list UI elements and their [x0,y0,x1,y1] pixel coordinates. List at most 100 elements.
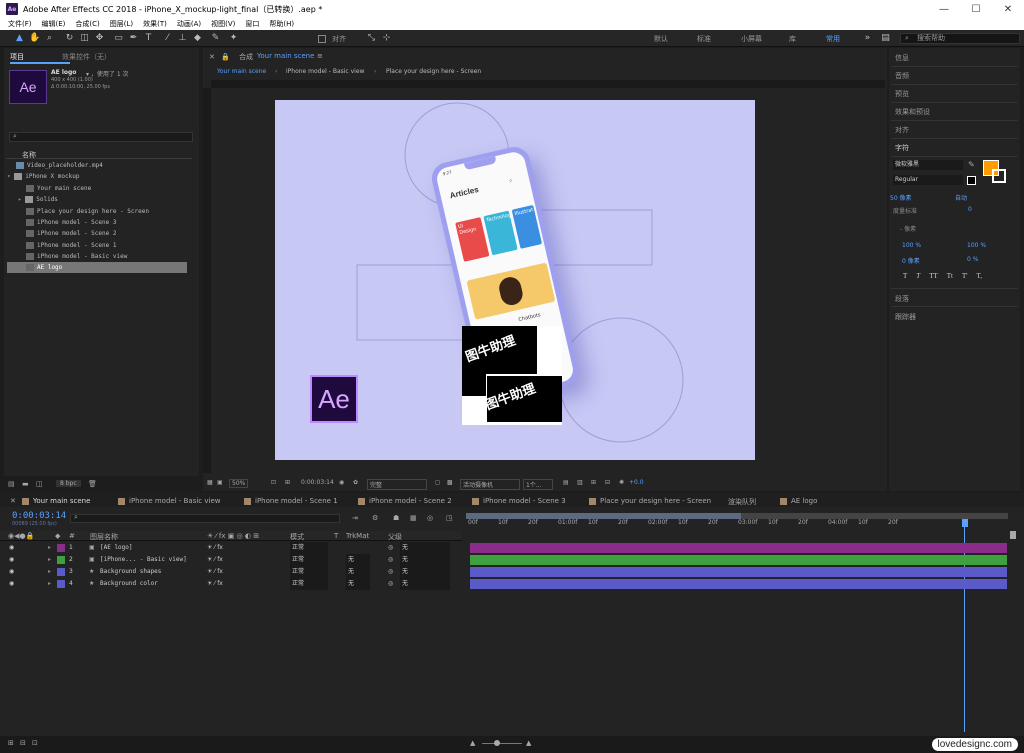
list-item[interactable]: Place your design here - Screen [26,206,149,217]
menu-edit[interactable]: 编辑(E) [42,19,66,29]
playhead-handle[interactable] [962,519,968,527]
menu-composition[interactable]: 合成(C) [75,19,99,29]
superscript-button[interactable]: T' [962,272,968,282]
trkmat-select[interactable]: 无 [346,566,370,578]
panel-audio[interactable]: 音频 [895,71,909,81]
views-select[interactable]: 1个... [523,479,553,490]
brush-tool-icon[interactable]: ⁄ [162,33,173,44]
breadcrumb-item[interactable]: iPhone model - Basic view [286,68,364,75]
layer-duration-bar[interactable] [470,555,1007,565]
tab-render-queue[interactable]: 渲染队列 [728,497,756,507]
menu-view[interactable]: 视图(V) [211,19,235,29]
layer-switches-icon[interactable]: ☀ ⁄ fx [207,542,223,554]
list-item-selected[interactable]: AE logo [7,262,187,273]
zoom-slider[interactable] [482,743,522,744]
timeline-layer-row[interactable]: ◉ ▸ 2 ▣ [iPhone... - Basic view] ☀ ⁄ fx 正常 无 ◎ 无 [0,554,462,566]
list-item[interactable]: Video_placeholder.mp4 [16,160,103,171]
tsume-field[interactable]: 0 % [967,256,978,263]
workspace-small-screen[interactable]: 小屏幕 [741,34,762,44]
layer-label-color[interactable] [57,568,65,576]
breadcrumb-item[interactable]: Your main scene [217,68,266,75]
black-swatch[interactable] [967,176,976,185]
resolution-select[interactable]: 完整 [367,479,427,490]
draft-3d-icon[interactable]: ⚙ [372,514,378,522]
baseline-shift-field[interactable]: 0 像素 [902,256,920,265]
tab-your-main-scene[interactable]: Your main scene [22,497,90,505]
menu-layer[interactable]: 图层(L) [110,19,133,29]
lock-icon[interactable]: 🔒 [221,53,230,61]
exposure-icon[interactable]: ✺ [619,479,624,486]
tab-place-design[interactable]: Place your design here - Screen [589,497,711,505]
parent-select[interactable]: 无 [400,566,450,578]
layer-name[interactable]: [iPhone... - Basic view] [100,554,187,566]
menu-help[interactable]: 帮助(H) [269,19,294,29]
panel-tracker[interactable]: 跟踪器 [895,312,916,322]
show-channel-icon[interactable]: ✿ [353,479,358,486]
pan-behind-tool-icon[interactable]: ✥ [94,33,105,44]
eyedropper-icon[interactable]: ✎ [968,160,975,169]
rotate-tool-icon[interactable]: ↻ [64,33,75,44]
pickwhip-icon[interactable]: ◎ [388,542,393,554]
workspace-default[interactable]: 默认 [654,34,668,44]
menu-window[interactable]: 窗口 [245,19,259,29]
layer-duration-bar[interactable] [470,579,1007,589]
always-preview-icon[interactable]: ▦ [207,479,213,486]
tracking-field[interactable]: 0 [968,206,972,213]
expand-arrow-icon[interactable]: ▸ [48,542,51,554]
faux-bold-button[interactable]: T [903,272,907,282]
tab-project[interactable]: 项目 [10,52,24,62]
region-of-interest-icon[interactable]: ◻ [435,479,440,486]
menu-effect[interactable]: 效果(T) [143,19,167,29]
zoom-out-icon[interactable]: ▲ [470,739,475,747]
comp-end-marker[interactable] [1010,531,1016,539]
close-tab-icon[interactable]: ✕ [209,53,215,61]
close-button[interactable]: ✕ [992,0,1024,18]
trkmat-select[interactable]: 无 [346,554,370,566]
new-folder-icon[interactable]: ▬ [22,480,29,488]
panel-menu-icon[interactable]: ≡ [317,52,323,60]
snapshot-icon[interactable]: ◉ [339,479,344,486]
tab-scene-3[interactable]: iPhone model - Scene 3 [472,497,566,505]
visibility-eye-icon[interactable]: ◉ [9,542,14,554]
eraser-tool-icon[interactable]: ◆ [192,33,203,44]
workspace-standard[interactable]: 标准 [697,34,711,44]
fast-preview-icon[interactable]: ▥ [577,479,583,486]
minimize-button[interactable]: — [928,0,960,18]
workspace-common[interactable]: 常用 [826,34,840,44]
pickwhip-icon[interactable]: ◎ [388,566,393,578]
shy-layers-icon[interactable]: ☗ [393,514,399,522]
timeline-layer-row[interactable]: ◉ ▸ 3 ★ Background shapes ☀ ⁄ fx 正常 无 ◎ 无 [0,566,462,578]
timeline-current-time[interactable]: 0:00:03:14 [12,511,66,521]
expand-arrow-icon[interactable]: ▸ [48,554,51,566]
timeline-layer-row[interactable]: ◉ ▸ 4 ★ Background color ☀ ⁄ fx 正常 无 ◎ 无 [0,578,462,590]
list-item[interactable]: ▾ iPhone X mockup [7,171,79,182]
zoom-select[interactable]: 50% [229,479,249,488]
interpret-footage-icon[interactable]: ▤ [8,480,15,488]
time-ruler[interactable]: 00f 10f 20f 01:00f 10f 20f 02:00f 10f 20f 03:00f 1… [466,519,1008,529]
parent-select[interactable]: 无 [400,554,450,566]
trash-icon[interactable]: 🗑 [88,480,97,488]
camera-select[interactable]: 活动摄像机 [460,479,520,490]
tab-ae-logo[interactable]: AE logo [780,497,817,505]
list-item[interactable]: iPhone model - Scene 3 [26,217,116,228]
tab-basic-view[interactable]: iPhone model - Basic view [118,497,221,505]
type-tool-icon[interactable]: T [143,33,154,44]
fit-icon[interactable]: ⊡ [271,479,276,486]
blend-mode-select[interactable]: 正常 [290,554,328,566]
tab-scene-1[interactable]: iPhone model - Scene 1 [244,497,338,505]
visibility-eye-icon[interactable]: ◉ [9,554,14,566]
panel-info[interactable]: 信息 [895,53,909,63]
maximize-button[interactable]: ☐ [960,0,992,18]
bpc-button[interactable]: 8 bpc [56,480,81,487]
vertical-ruler[interactable] [203,88,211,473]
blend-mode-select[interactable]: 正常 [290,566,328,578]
puppet-tool-icon[interactable]: ✦ [228,33,239,44]
layer-name[interactable]: Background shapes [100,566,161,578]
toggle-pixel-icon[interactable]: ▤ [563,479,569,486]
timeline-search-input[interactable]: ⌕ [70,513,340,523]
expand-arrow-icon[interactable]: ▸ [48,566,51,578]
stroke-color-swatch[interactable] [992,169,1006,183]
snap-checkbox[interactable] [318,35,326,43]
expand-arrow-icon[interactable]: ▸ [18,196,22,203]
list-item[interactable]: iPhone model - Scene 2 [26,228,116,239]
